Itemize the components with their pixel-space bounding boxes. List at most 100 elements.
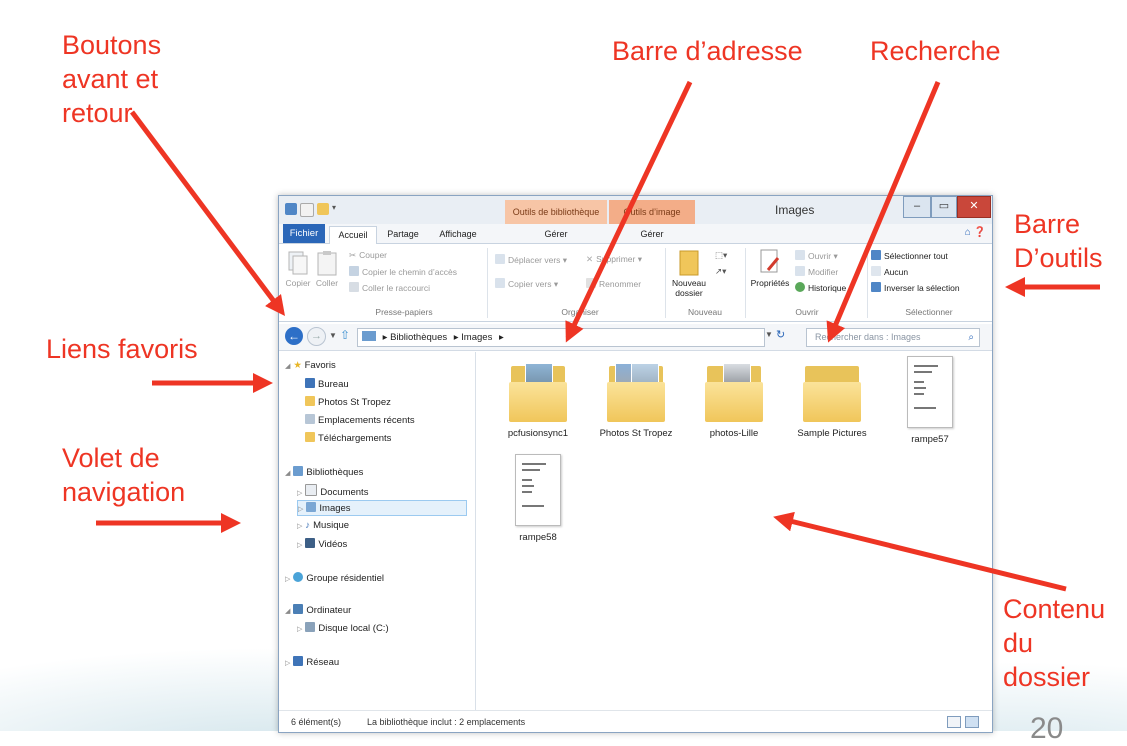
move-to-button[interactable]: Déplacer vers ▾ [495,254,567,266]
customize-qat-icon[interactable]: ▾ [332,203,340,215]
invert-selection-button[interactable]: Inverser la sélection [871,282,960,293]
file-item[interactable]: rampe57 [882,356,978,445]
nav-videos[interactable]: ▷ Vidéos [297,538,347,550]
quick-access-toolbar[interactable]: ▾ [285,203,340,217]
homegroup-icon [293,572,304,582]
context-tab-image-tools[interactable]: Outils d’image [609,200,695,224]
cut-button[interactable]: ✂ Couper [349,250,387,261]
nav-photos-st-tropez-label: Photos St Tropez [318,397,391,408]
address-bar[interactable]: ▸ Bibliothèques ▸ Images ▸ [357,328,765,347]
cut-label: Couper [359,250,388,260]
invert-selection-icon [871,282,881,292]
nav-computer[interactable]: ◢ Ordinateur [285,604,351,616]
file-item[interactable]: pcfusionsync1 [490,360,586,439]
nav-desktop[interactable]: Bureau [305,378,349,390]
nav-homegroup[interactable]: ▷ Groupe résidentiel [285,572,384,584]
copy-to-button[interactable]: Copier vers ▾ [495,278,558,290]
large-icons-view-icon[interactable] [965,716,979,728]
history-button[interactable]: Historique [795,282,846,293]
select-none-icon [871,266,881,276]
file-item[interactable]: rampe58 [490,454,586,543]
annotation-recherche: Recherche [870,36,1001,66]
new-folder-icon[interactable] [317,203,329,215]
easy-access-icon: ↗▾ [715,266,727,276]
videos-icon [305,538,316,548]
invert-selection-label: Inverser la sélection [884,283,960,293]
nav-documents[interactable]: ▷ Documents [297,484,368,498]
new-item-button[interactable]: ⬚▾ [715,250,727,261]
nav-music[interactable]: ▷ ♪ Musique [297,520,349,531]
breadcrumb-separator-icon: ▸ [498,332,504,343]
details-view-icon[interactable] [947,716,961,728]
tab-share[interactable]: Partage [379,226,427,243]
context-tab-library-tools[interactable]: Outils de bibliothèque [505,200,607,224]
maximize-button[interactable]: ▭ [931,196,957,218]
nav-recent-places[interactable]: Emplacements récents [305,414,415,426]
open-label: Ouvrir ▾ [808,251,838,261]
file-name: Photos St Tropez [599,428,673,439]
paste-shortcut-button[interactable]: Coller le raccourci [349,282,430,293]
file-item[interactable]: Sample Pictures [784,360,880,439]
ribbon-separator [745,248,746,318]
tab-manage-image[interactable]: Gérer [609,226,695,243]
select-none-button[interactable]: Aucun [871,266,908,277]
tab-manage-library[interactable]: Gérer [505,226,607,243]
up-button[interactable]: ⇧ [340,328,350,342]
move-to-label: Déplacer vers ▾ [508,255,568,265]
forward-button[interactable]: → [307,327,326,346]
minimize-button[interactable]: – [903,196,931,218]
properties-button[interactable]: Propriétés [749,248,791,288]
search-box[interactable]: Rechercher dans : Images ⌕ [806,328,980,347]
nav-libraries[interactable]: ◢ Bibliothèques [285,466,363,478]
nav-photos-st-tropez[interactable]: Photos St Tropez [305,396,391,408]
delete-button[interactable]: ✕ Supprimer ▾ [586,254,642,265]
chevron-down-icon: ▼ [765,330,773,339]
ribbon: Copier Coller ✂ Couper Copier le chemin d… [279,244,992,322]
open-button[interactable]: Ouvrir ▾ [795,250,838,262]
desktop-icon [305,378,315,388]
nav-network[interactable]: ▷ Réseau [285,656,339,668]
edit-button[interactable]: Modifier [795,266,838,277]
properties-label: Propriétés [750,278,790,288]
address-history-dropdown[interactable]: ▼ [765,330,773,339]
file-name: pcfusionsync1 [507,428,569,439]
expanded-icon: ◢ [285,363,291,370]
status-bar: 6 élément(s) La bibliothèque inclut : 2 … [279,710,992,732]
open-icon [795,250,805,260]
refresh-button[interactable]: ↻ [776,328,785,341]
nav-local-disk[interactable]: ▷ Disque local (C:) [297,622,389,634]
easy-access-button[interactable]: ↗▾ [715,266,726,277]
rename-button[interactable]: Renommer [586,278,641,289]
nav-images[interactable]: ▷ Images [297,500,467,516]
breadcrumb-images[interactable]: Images [461,332,492,343]
nav-homegroup-label: Groupe résidentiel [306,573,385,584]
copy-path-icon [349,266,359,276]
select-all-button[interactable]: Sélectionner tout [871,250,948,261]
refresh-icon: ↻ [776,329,786,341]
nav-favorites[interactable]: ◢ ★ Favoris [285,360,336,371]
breadcrumb-libraries[interactable]: Bibliothèques [390,332,447,343]
help-icon[interactable]: ⌂ ❓ [965,227,986,238]
nav-downloads[interactable]: Téléchargements [305,432,391,444]
close-button[interactable]: ✕ [957,196,991,218]
new-folder-button[interactable]: Nouveau dossier [669,248,709,298]
nav-local-disk-label: Disque local (C:) [318,623,389,634]
search-icon[interactable]: ⌕ [968,329,974,346]
file-item[interactable]: photos-Lille [686,360,782,439]
recent-locations-dropdown[interactable]: ▼ [329,331,337,340]
library-info: La bibliothèque inclut : 2 emplacements [367,717,526,727]
annotation-barre-outils: Barre D’outils [1014,209,1103,273]
tab-file[interactable]: Fichier [283,224,325,243]
back-button[interactable]: ← [285,327,303,345]
edit-label: Modifier [808,267,839,277]
tab-view[interactable]: Affichage [431,226,485,243]
paste-button[interactable]: Coller [313,250,341,288]
library-icon [362,331,376,341]
tab-home[interactable]: Accueil [329,226,377,244]
file-item[interactable]: Photos St Tropez [588,360,684,439]
expanded-icon: ◢ [285,608,291,615]
copy-button[interactable]: Copier [285,250,311,288]
collapsed-icon: ▷ [285,576,291,583]
copy-path-button[interactable]: Copier le chemin d’accès [349,266,457,277]
properties-icon[interactable] [300,203,314,217]
